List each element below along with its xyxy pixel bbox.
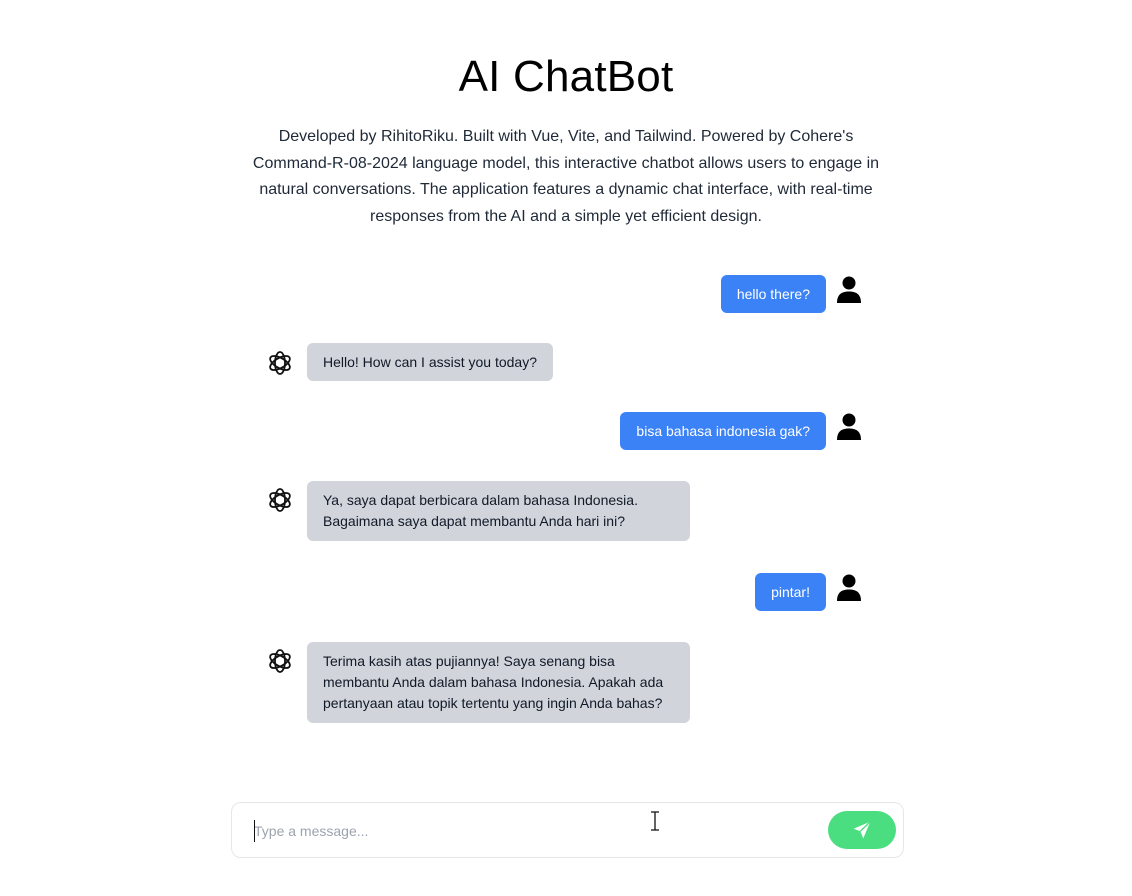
bot-message: Hello! How can I assist you today? <box>307 343 553 381</box>
send-paper-plane-icon <box>853 821 871 839</box>
message-input[interactable] <box>254 817 814 845</box>
user-avatar-icon <box>837 276 861 303</box>
openai-logo-icon <box>269 351 291 375</box>
bot-message: Ya, saya dapat berbicara dalam bahasa In… <box>307 481 690 541</box>
user-message: hello there? <box>720 275 826 313</box>
chat-page: AI ChatBot Developed by RihitoRiku. Buil… <box>0 0 1132 896</box>
page-title: AI ChatBot <box>458 52 674 101</box>
bot-message: Terima kasih atas pujiannya! Saya senang… <box>307 642 690 723</box>
mouse-ibeam-cursor-icon <box>651 811 659 831</box>
openai-logo-icon <box>269 488 291 512</box>
message-composer <box>231 802 904 858</box>
user-avatar-icon <box>837 413 861 440</box>
send-button[interactable] <box>828 811 896 849</box>
openai-logo-icon <box>269 649 291 673</box>
user-avatar-icon <box>837 574 861 601</box>
user-message: bisa bahasa indonesia gak? <box>620 412 826 450</box>
user-message: pintar! <box>755 573 826 611</box>
app-description: Developed by RihitoRiku. Built with Vue,… <box>252 128 880 225</box>
text-caret <box>254 820 255 842</box>
